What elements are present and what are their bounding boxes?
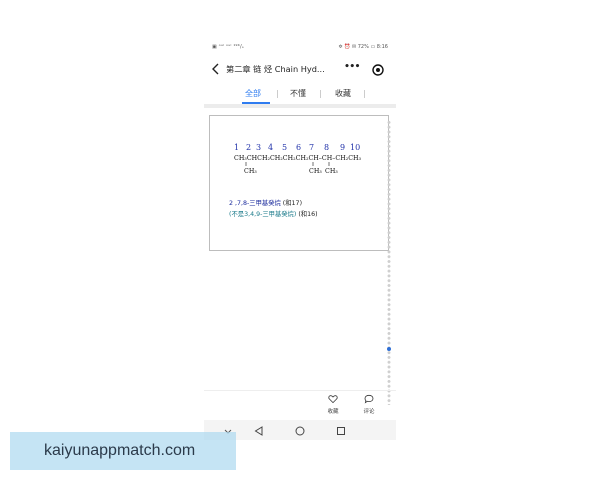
answer-line-1: 2 ,7,8-三甲基癸烷 (和17): [229, 198, 302, 207]
tab-separator: [320, 90, 321, 98]
watermark-banner: kaiyunappmatch.com: [10, 432, 236, 470]
question-content: 1 2 3 4 5 6 7 8 9 10 CH₃CHCH₂CH₂CH₂CH₂CH…: [209, 115, 389, 251]
system-recents-button[interactable]: [334, 423, 348, 437]
favorite-label: 收藏: [327, 409, 339, 415]
carbon-number: 10: [350, 143, 360, 152]
structural-formula: 1 2 3 4 5 6 7 8 9 10 CH₃CHCH₂CH₂CH₂CH₂CH…: [234, 143, 362, 175]
close-button[interactable]: [371, 62, 385, 76]
comment-button[interactable]: 评论: [357, 394, 381, 415]
main-chain: CH₃CHCH₂CH₂CH₂CH₂CH–CH–CH₂CH₃: [234, 155, 362, 162]
scroll-dots: [386, 120, 392, 405]
status-left: ▣ ᵒᵘˡ ᵒᵘˡ ¹⁹ᴷ/ₛ: [212, 44, 244, 50]
carbon-number: 5: [282, 143, 287, 152]
tab-bar: 全部 不懂 收藏: [204, 86, 396, 104]
branch-methyl: CH₃: [325, 168, 338, 175]
tab-divider: [204, 104, 396, 108]
heart-icon: [328, 395, 338, 404]
back-button[interactable]: [208, 60, 224, 78]
page-scrollbar[interactable]: [386, 120, 392, 405]
more-button[interactable]: •••: [344, 62, 360, 76]
branch-methyl: CH₃: [309, 168, 322, 175]
page-title: 第二章 链 烃 Chain Hyd...: [226, 64, 325, 74]
carbon-number: 3: [256, 143, 261, 152]
comment-label: 评论: [363, 409, 375, 415]
carbon-number: 1: [234, 143, 239, 152]
chevron-left-icon: [212, 63, 219, 75]
circle-home-icon: [295, 426, 305, 436]
target-close-icon: [372, 64, 384, 76]
carbon-number: 9: [340, 143, 345, 152]
carbon-numbers: 1 2 3 4 5 6 7 8 9 10: [234, 143, 360, 152]
answer-wrong-name: 不是3,4,9-三甲基癸烷: [231, 211, 294, 218]
screenshot-stage: ▣ ᵒᵘˡ ᵒᵘˡ ¹⁹ᴷ/ₛ ✲ ⏰ ✉ 72% ▭ 8:16 第二章 链 烃…: [0, 0, 600, 480]
answer-name: 2 ,7,8-三甲基癸烷: [229, 200, 281, 207]
tab-not-understood[interactable]: 不懂: [290, 88, 306, 99]
branch-methyl: CH₃: [244, 168, 257, 175]
status-right: ✲ ⏰ ✉ 72% ▭ 8:16: [338, 44, 388, 50]
triangle-back-icon: [254, 426, 263, 436]
tab-separator: [277, 90, 278, 98]
tab-all[interactable]: 全部: [245, 88, 261, 99]
answer-score: (和16): [298, 211, 318, 218]
nav-bar: 第二章 链 烃 Chain Hyd... •••: [204, 58, 396, 80]
speech-bubble-icon: [364, 394, 374, 404]
answer-score: (和17): [282, 200, 303, 207]
phone-screen: ▣ ᵒᵘˡ ᵒᵘˡ ¹⁹ᴷ/ₛ ✲ ⏰ ✉ 72% ▭ 8:16 第二章 链 烃…: [204, 40, 396, 440]
answer-close-paren: ): [293, 211, 297, 218]
watermark-text: kaiyunappmatch.com: [44, 442, 196, 459]
tab-separator: [364, 90, 365, 98]
carbon-number: 7: [309, 143, 314, 152]
square-recents-icon: [337, 427, 345, 435]
answer-line-2: (不是3,4,9-三甲基癸烷) (和16): [229, 209, 318, 218]
carbon-number: 6: [296, 143, 301, 152]
system-back-button[interactable]: [252, 423, 266, 437]
carbon-number: 2: [246, 143, 251, 152]
tab-favorites[interactable]: 收藏: [335, 88, 351, 99]
status-bar: ▣ ᵒᵘˡ ᵒᵘˡ ¹⁹ᴷ/ₛ ✲ ⏰ ✉ 72% ▭ 8:16: [204, 40, 396, 54]
carbon-number: 4: [268, 143, 273, 152]
action-bar: 收藏 评论: [204, 390, 396, 418]
scroll-thumb[interactable]: [387, 347, 391, 351]
system-home-button[interactable]: [293, 423, 307, 437]
favorite-button[interactable]: 收藏: [321, 394, 345, 415]
carbon-number: 8: [324, 143, 329, 152]
